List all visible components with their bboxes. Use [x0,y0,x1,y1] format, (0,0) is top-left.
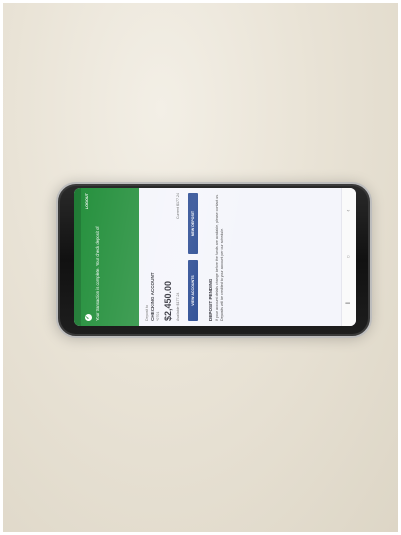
logout-button[interactable]: LOGOUT [85,193,89,209]
available-value: $177.24 [176,292,180,306]
available-balance: Available $177.24 [176,292,180,321]
android-nav-bar: ⫴ ○ ‹ [341,188,356,326]
available-label: Available [176,306,180,321]
pending-title: DEPOSIT PENDING [208,278,213,321]
account-name: CHECKING ACCOUNT [150,272,155,321]
account-summary: Deposit to CHECKING ACCOUNT *0701 $2,450… [139,188,182,326]
deposit-amount: $2,450.00 [163,280,173,321]
banner-text: Your transaction is complete. Your check… [95,226,100,321]
action-buttons: VIEW ACCOUNTS NEW DEPOSIT [182,188,204,326]
check-icon: ✓ [85,314,92,321]
current-balance: Current $177.24 [176,193,180,219]
pending-text: If your account details change before th… [215,193,224,321]
recent-apps-icon[interactable]: ⫴ [346,302,353,305]
account-number: *0701 [156,311,160,321]
view-accounts-button[interactable]: VIEW ACCOUNTS [188,260,198,321]
deposit-to-label: Deposit to [145,304,149,321]
new-deposit-button[interactable]: NEW DEPOSIT [188,193,198,254]
status-bar [74,188,81,326]
app-screen: LOGOUT ✓ Your transaction is complete. Y… [74,188,356,326]
home-icon[interactable]: ○ [346,255,352,259]
current-value: $177.24 [176,193,180,206]
current-label: Current [176,207,180,219]
balances-row: Available $177.24 Current $177.24 [176,193,180,321]
success-header: LOGOUT ✓ Your transaction is complete. Y… [81,188,139,326]
pending-section: DEPOSIT PENDING If your account details … [204,188,229,326]
phone-screen: LOGOUT ✓ Your transaction is complete. Y… [74,188,356,326]
back-icon[interactable]: ‹ [346,210,352,212]
